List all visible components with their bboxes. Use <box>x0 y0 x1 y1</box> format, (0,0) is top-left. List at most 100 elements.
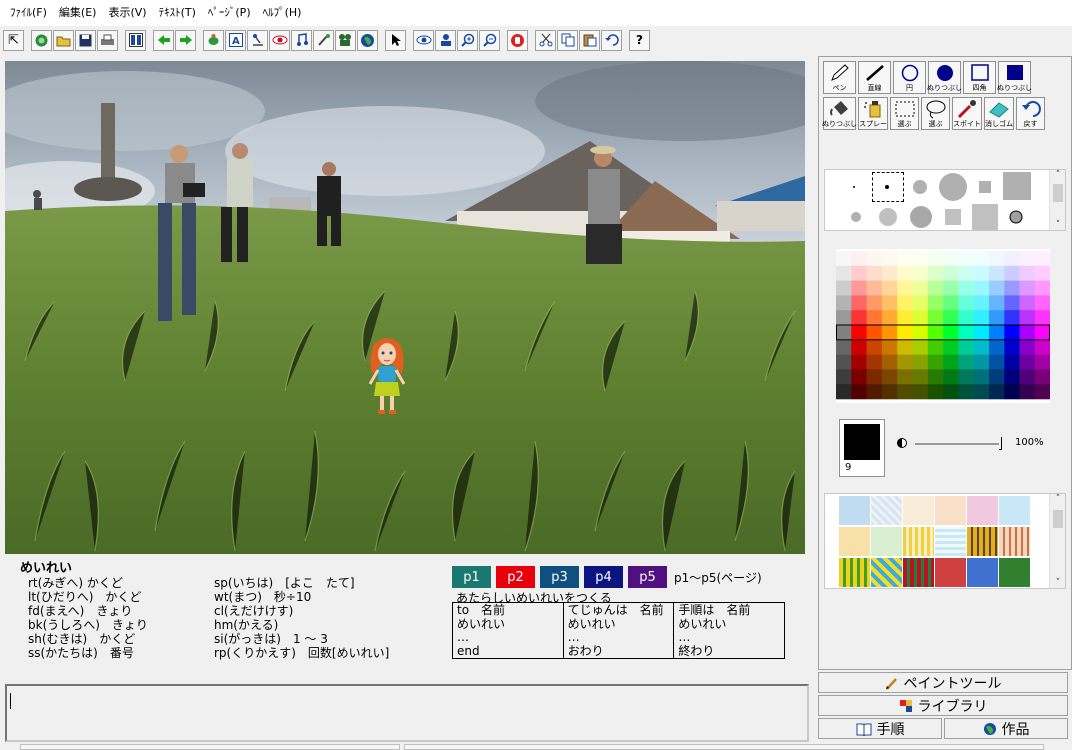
open-folder-icon[interactable] <box>53 29 74 51</box>
brush-tool-icon[interactable] <box>313 29 334 51</box>
circle-icon <box>901 64 918 82</box>
palette-color <box>958 339 974 355</box>
brush-scrollbar[interactable]: ˄ ˅ <box>1049 170 1065 230</box>
template-tejun-kanji[interactable]: 手順は 名前 めいれい… 終わり <box>674 603 784 658</box>
texture-swatch[interactable] <box>903 527 934 556</box>
copy-icon[interactable] <box>557 29 578 51</box>
menu-file[interactable]: ﾌｧｲﾙ(F) <box>4 0 53 26</box>
command-fd: fd(まえへ) きょり <box>28 604 133 618</box>
tab-library[interactable]: ライブラリ <box>818 695 1068 716</box>
palette-color <box>943 325 959 341</box>
texture-swatch[interactable] <box>839 558 870 587</box>
template-tejun-owari[interactable]: てじゅんは 名前 めいれい… おわり <box>564 603 675 658</box>
palette-color <box>912 280 929 296</box>
tab-works[interactable]: 作品 <box>944 718 1068 739</box>
texture-swatch[interactable] <box>967 527 998 556</box>
stage-canvas[interactable] <box>5 61 805 554</box>
command-ss: ss(かたちは) 番号 <box>28 646 134 660</box>
lasso-tool[interactable]: 選ぶ <box>921 97 950 130</box>
texture-swatch[interactable] <box>935 496 966 525</box>
layout-icon[interactable] <box>125 29 146 51</box>
filled-rectangle-tool[interactable]: ぬりつぶし <box>997 61 1032 94</box>
page-button-p4[interactable]: p4 <box>584 566 623 588</box>
texture-swatch[interactable] <box>903 496 934 525</box>
save-icon[interactable] <box>75 29 96 51</box>
eyedropper-tool[interactable]: スポイト <box>952 97 982 130</box>
turtle-icon[interactable] <box>203 29 224 51</box>
texture-swatch[interactable] <box>999 558 1030 587</box>
menu-edit[interactable]: 編集(E) <box>53 0 103 26</box>
prev-page-icon[interactable] <box>153 29 174 51</box>
globe-icon[interactable] <box>357 29 378 51</box>
tab-procedure[interactable]: 手順 <box>818 718 942 739</box>
texture-scrollbar[interactable]: ˄ ˅ <box>1049 494 1065 588</box>
palette-color <box>1034 310 1050 326</box>
stamp-icon[interactable] <box>247 29 268 51</box>
eye-icon[interactable] <box>413 29 434 51</box>
texture-swatch[interactable] <box>839 496 870 525</box>
undo-tool[interactable]: 戻す <box>1016 97 1045 130</box>
texture-swatch[interactable] <box>871 496 902 525</box>
video-icon[interactable] <box>335 29 356 51</box>
texture-swatch[interactable] <box>903 558 934 587</box>
print-icon[interactable] <box>97 29 118 51</box>
texture-swatch[interactable] <box>871 558 902 587</box>
texture-swatch[interactable] <box>935 527 966 556</box>
undo-toolbar-icon[interactable] <box>601 29 622 51</box>
help-icon[interactable]: ? <box>629 29 650 51</box>
menu-help[interactable]: ﾍﾙﾌﾟ(H) <box>257 0 308 26</box>
side-tabs: ペイントツール ライブラリ 手順 作品 <box>818 672 1072 741</box>
spray-tool[interactable]: スプレー <box>858 97 888 130</box>
color-grid[interactable] <box>836 249 1050 403</box>
menu-text[interactable]: ﾃｷｽﾄ(T) <box>153 0 202 26</box>
rectangle-tool[interactable]: 四角 <box>963 61 996 94</box>
texture-swatch[interactable] <box>839 527 870 556</box>
window-toggle-icon[interactable]: ⇱ <box>3 29 24 51</box>
text-tool-icon[interactable]: A <box>225 29 246 51</box>
texture-swatch[interactable] <box>871 527 902 556</box>
palette-color <box>943 354 959 370</box>
music-icon[interactable] <box>291 29 312 51</box>
pointer-icon[interactable] <box>385 29 406 51</box>
paste-icon[interactable] <box>579 29 600 51</box>
texture-swatch[interactable] <box>999 496 1030 525</box>
filled-circle-tool[interactable]: ぬりつぶし <box>927 61 962 94</box>
command-input[interactable] <box>5 684 809 742</box>
view-icon[interactable] <box>269 29 290 51</box>
opacity-slider[interactable] <box>915 443 999 445</box>
cut-icon[interactable] <box>535 29 556 51</box>
circle-tool[interactable]: 円 <box>893 61 926 94</box>
template-to-end[interactable]: to 名前 めいれい… end <box>453 603 564 658</box>
opacity-slider-handle[interactable] <box>999 437 1002 450</box>
turtle-character[interactable] <box>362 334 412 418</box>
line-tool[interactable]: 直線 <box>858 61 891 94</box>
zoom-out-icon[interactable] <box>479 29 500 51</box>
page-button-p2[interactable]: p2 <box>496 566 535 588</box>
current-color[interactable]: 9 <box>839 419 885 477</box>
tab-paint-tools[interactable]: ペイントツール <box>818 672 1068 693</box>
person-icon[interactable] <box>435 29 456 51</box>
new-file-icon[interactable] <box>31 29 52 51</box>
page-button-p1[interactable]: p1 <box>452 566 491 588</box>
menu-view[interactable]: 表示(V) <box>102 0 152 26</box>
page-button-p3[interactable]: p3 <box>540 566 579 588</box>
background-photo <box>5 61 805 554</box>
menu-page[interactable]: ﾍﾟｰｼﾞ(P) <box>202 0 257 26</box>
next-page-icon[interactable] <box>175 29 196 51</box>
texture-swatch[interactable] <box>935 558 966 587</box>
page-button-p5[interactable]: p5 <box>628 566 667 588</box>
palette-color <box>1019 384 1036 400</box>
texture-swatch[interactable] <box>967 558 998 587</box>
palette-color <box>866 339 883 355</box>
rect-select-tool[interactable]: 選ぶ <box>890 97 919 130</box>
texture-swatch[interactable] <box>999 527 1030 556</box>
color-palette[interactable] <box>836 249 1050 403</box>
stop-hand-icon[interactable] <box>507 29 528 51</box>
zoom-in-icon[interactable] <box>457 29 478 51</box>
eraser-tool[interactable]: 消しゴム <box>984 97 1014 130</box>
pen-tool[interactable]: ペン <box>823 61 856 94</box>
texture-swatch[interactable] <box>967 496 998 525</box>
fill-tool[interactable]: ぬりつぶし <box>822 97 857 130</box>
brush-sizes <box>851 172 1031 230</box>
palette-color <box>1004 265 1020 281</box>
